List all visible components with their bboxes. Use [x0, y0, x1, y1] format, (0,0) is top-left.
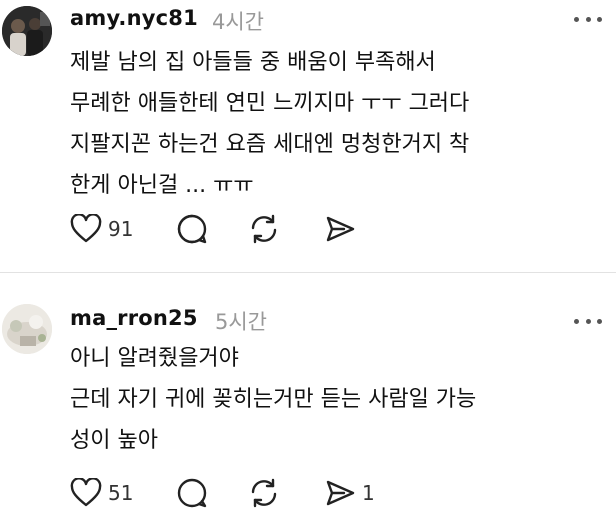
more-options-icon[interactable]: [574, 12, 602, 26]
post-text: 아니 알려줬을거야 근데 자기 귀에 꽂히는거만 듣는 사람일 가능 성이 높아: [70, 338, 476, 461]
send-icon: [324, 213, 356, 245]
repost-button[interactable]: [248, 212, 280, 246]
repost-icon: [248, 213, 280, 245]
more-options-icon[interactable]: [574, 314, 602, 328]
comment-button[interactable]: [176, 212, 208, 246]
like-count: 91: [108, 217, 134, 241]
post-text-line: 무례한 애들한테 연민 느끼지마 ㅜㅜ 그러다: [70, 91, 470, 116]
action-bar: 51 1: [70, 476, 390, 510]
timestamp: 5시간: [215, 310, 268, 334]
post-text-line: 근데 자기 귀에 꽂히는거만 듣는 사람일 가능: [70, 387, 477, 412]
username[interactable]: amy.nyc81: [70, 6, 198, 30]
heart-icon: [70, 478, 102, 508]
like-button[interactable]: 51: [70, 476, 133, 510]
post: amy.nyc81 4시간 제발 남의 집 아들들 중 배움이 부족해서 무례한…: [0, 0, 616, 272]
send-icon: [324, 477, 356, 509]
timestamp: 4시간: [212, 10, 265, 34]
share-button[interactable]: [324, 212, 362, 246]
post-text: 제발 남의 집 아들들 중 배움이 부족해서 무례한 애들한테 연민 느끼지마 …: [70, 42, 469, 206]
username[interactable]: ma_rron25: [70, 306, 198, 330]
post-text-line: 아니 알려줬을거야: [70, 346, 239, 371]
avatar[interactable]: [2, 304, 52, 354]
post-text-line: 제발 남의 집 아들들 중 배움이 부족해서: [70, 50, 436, 75]
share-button[interactable]: 1: [324, 476, 375, 510]
comment-bubble-icon: [176, 213, 208, 245]
like-count: 51: [108, 481, 134, 505]
post-text-line: 성이 높아: [70, 428, 158, 453]
divider: [0, 272, 616, 273]
like-button[interactable]: 91: [70, 212, 133, 246]
post-text-line: 한게 아닌걸 ... ㅠㅠ: [70, 173, 254, 198]
heart-icon: [70, 214, 102, 244]
repost-icon: [248, 477, 280, 509]
share-count: 1: [362, 481, 375, 505]
avatar[interactable]: [2, 6, 52, 56]
repost-button[interactable]: [248, 476, 280, 510]
comment-bubble-icon: [176, 477, 208, 509]
comment-button[interactable]: [176, 476, 208, 510]
post-text-line: 지팔지꼰 하는건 요즘 세대엔 멍청한거지 착: [70, 132, 470, 157]
post: ma_rron25 5시간 아니 알려줬을거야 근데 자기 귀에 꽂히는거만 듣…: [0, 274, 616, 524]
action-bar: 91: [70, 212, 390, 246]
